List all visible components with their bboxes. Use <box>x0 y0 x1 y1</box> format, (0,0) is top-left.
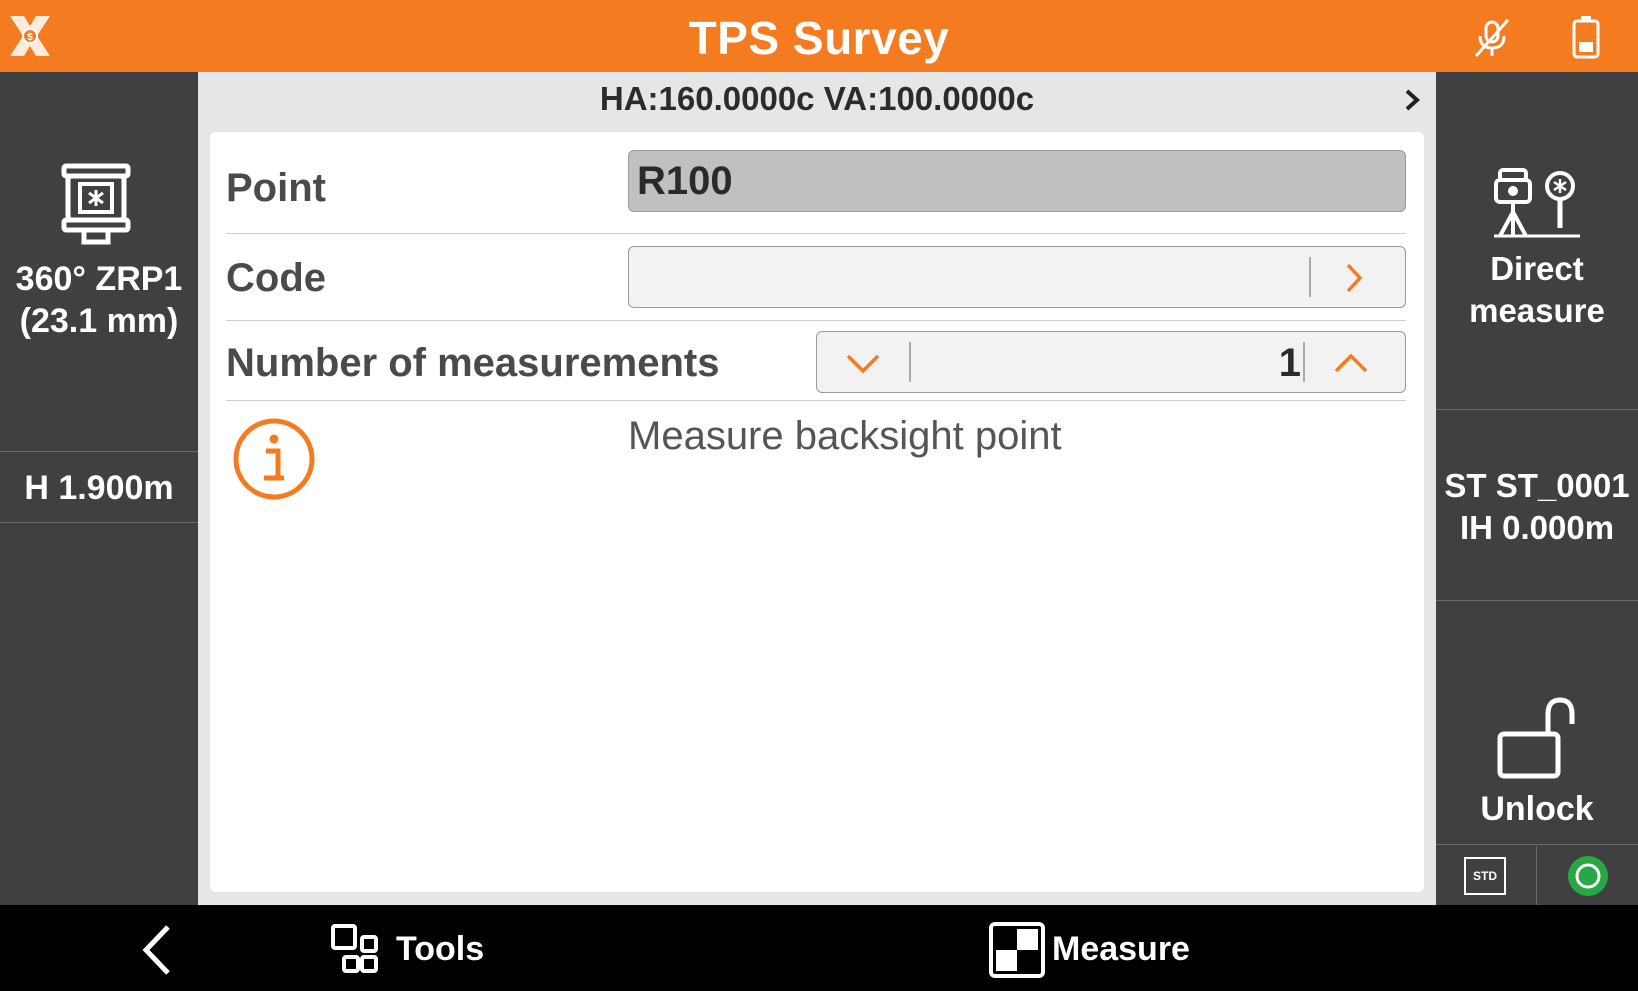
direct-line2: measure <box>1469 292 1605 329</box>
chevron-up-icon[interactable] <box>1331 346 1371 380</box>
chevron-right-icon[interactable] <box>1400 86 1424 114</box>
prism-icon <box>61 163 131 245</box>
angle-readout[interactable]: HA:160.0000c VA:100.0000c <box>198 72 1436 130</box>
measurements-stepper[interactable]: 1 <box>816 331 1406 393</box>
divider <box>1309 257 1311 297</box>
angle-text: HA:160.0000c VA:100.0000c <box>599 80 1035 117</box>
point-field[interactable]: R100 <box>628 150 1406 212</box>
battery-icon <box>1572 16 1600 59</box>
app-header: $ TPS Survey <box>0 0 1638 72</box>
unlock-button[interactable]: Unlock <box>1436 602 1638 845</box>
direct-line1: Direct <box>1490 250 1584 287</box>
unlock-label: Unlock <box>1480 790 1594 828</box>
code-label: Code <box>226 256 326 300</box>
tools-grid-icon <box>331 924 378 973</box>
measure-label: Measure <box>1052 930 1190 968</box>
right-panel: Direct measure ST ST_0001 IH 0.000m Unlo… <box>1436 72 1638 905</box>
instrument-height: IH 0.000m <box>1459 509 1615 546</box>
prism-selector[interactable]: 360° ZRP1 (23.1 mm) <box>0 72 198 452</box>
unlock-icon <box>1497 697 1575 779</box>
measurements-row: Number of measurements 1 <box>226 321 1406 401</box>
app-window: $ TPS Survey 360° ZRP1 (23.1 mm) H 1.900… <box>0 0 1638 991</box>
measure-target-icon <box>989 922 1045 978</box>
code-field[interactable] <box>628 246 1406 308</box>
back-arrow-icon[interactable] <box>134 923 184 977</box>
measurements-label: Number of measurements <box>226 341 720 385</box>
status-icons: STD <box>1436 846 1638 905</box>
direct-measure-label: Direct measure <box>1436 248 1638 332</box>
station-label: ST ST_0001 IH 0.000m <box>1436 465 1638 549</box>
chevron-down-icon[interactable] <box>843 346 883 380</box>
prism-label: 360° ZRP1 (23.1 mm) <box>0 258 198 342</box>
divider <box>1536 846 1537 905</box>
prism-name: 360° ZRP1 <box>15 260 183 298</box>
divider <box>1303 342 1305 382</box>
info-message: Measure backsight point <box>628 414 1062 458</box>
point-label: Point <box>226 166 326 210</box>
point-row: Point R100 <box>226 146 1406 234</box>
mic-off-icon[interactable] <box>1470 16 1514 60</box>
tools-label: Tools <box>396 930 485 968</box>
station-info[interactable]: ST ST_0001 IH 0.000m <box>1436 411 1638 601</box>
form-card: Point R100 Code Number of measurements 1… <box>210 132 1424 892</box>
total-station-icon <box>1494 168 1580 238</box>
info-icon <box>233 418 315 500</box>
page-title: TPS Survey <box>688 12 950 64</box>
main-content: HA:160.0000c VA:100.0000c Point R100 Cod… <box>198 72 1436 905</box>
std-mode-icon[interactable]: STD <box>1464 857 1506 895</box>
direct-measure-button[interactable]: Direct measure <box>1436 72 1638 410</box>
divider <box>909 342 911 382</box>
measurements-value[interactable]: 1 <box>1279 338 1301 388</box>
status-ok-icon[interactable] <box>1566 854 1610 898</box>
left-panel: 360° ZRP1 (23.1 mm) H 1.900m <box>0 72 198 905</box>
bottom-navbar: Tools Measure <box>0 905 1638 991</box>
code-row: Code <box>226 234 1406 321</box>
chevron-right-icon[interactable] <box>1339 261 1369 295</box>
station-name: ST ST_0001 <box>1444 467 1630 504</box>
prism-constant: (23.1 mm) <box>19 302 179 340</box>
target-height[interactable]: H 1.900m <box>0 453 198 523</box>
